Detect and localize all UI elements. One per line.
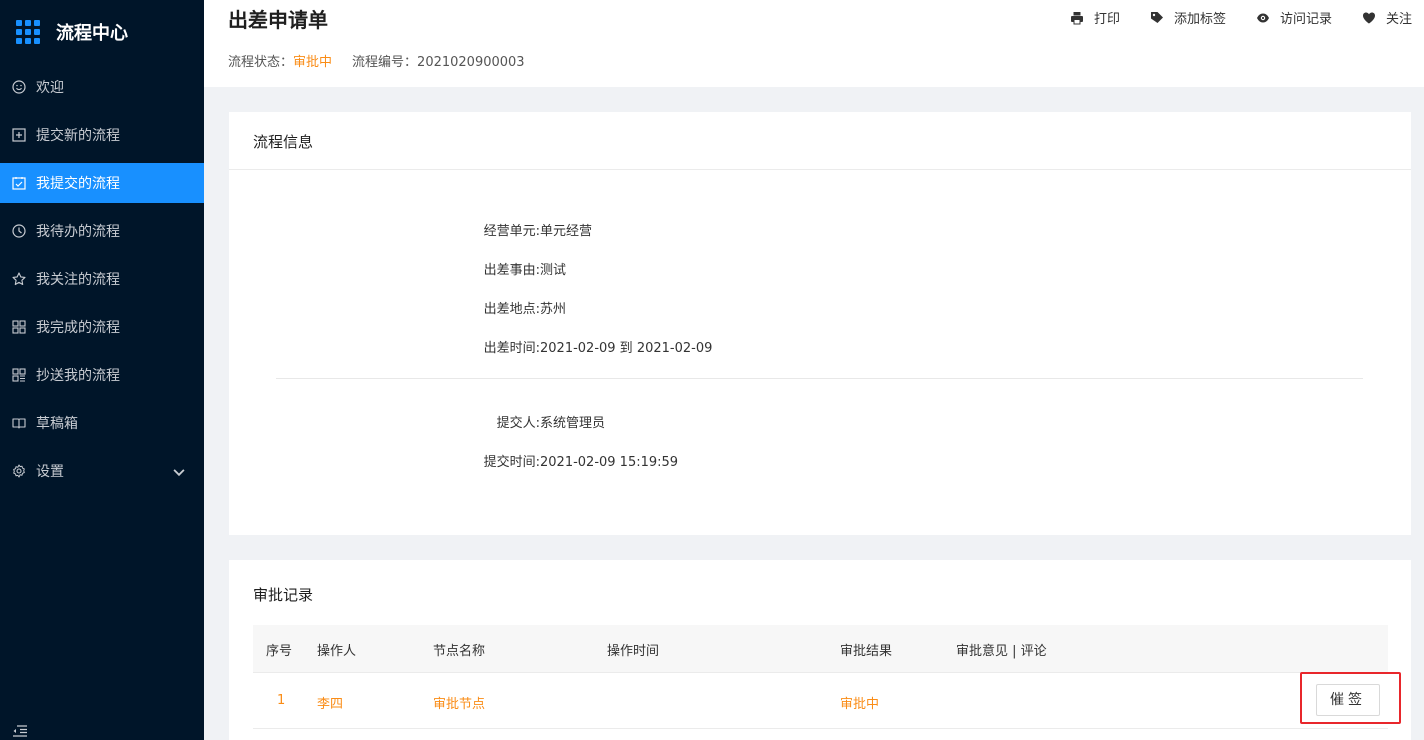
field-trip-time: 出差时间:2021-02-09 到 2021-02-09 (483, 341, 713, 356)
tag-icon (1150, 11, 1163, 23)
sidebar-item-my-todo[interactable]: 我待办的流程 (0, 211, 204, 251)
approval-table: 序号 操作人 节点名称 操作时间 审批结果 审批意见 | 评论 1 李四 审批节… (253, 625, 1388, 729)
chevron-down-icon (173, 469, 185, 477)
column-header: 审批意见 | 评论 (956, 644, 1047, 659)
sidebar-item-label: 我关注的流程 (36, 272, 120, 288)
page-title: 出差申请单 (228, 8, 328, 32)
smile-icon (12, 80, 26, 94)
appstore-icon (12, 320, 26, 334)
divider (229, 169, 1411, 170)
column-header: 操作人 (317, 644, 357, 659)
column-header: 审批结果 (840, 644, 893, 659)
sidebar-item-label: 欢迎 (36, 80, 64, 96)
sidebar-item-settings[interactable]: 设置 (0, 451, 204, 491)
field-trip-reason: 出差事由:测试 (483, 263, 567, 278)
table-header: 序号 操作人 节点名称 操作时间 审批结果 审批意见 | 评论 (253, 625, 1388, 673)
sidebar-item-my-completed[interactable]: 我完成的流程 (0, 307, 204, 347)
add-tag-button[interactable]: 添加标签 (1150, 8, 1226, 27)
follow-button[interactable]: 关注 (1362, 8, 1412, 27)
field-submitter: 提交人:系统管理员 (496, 416, 606, 431)
column-header: 节点名称 (433, 644, 486, 659)
action-label: 打印 (1093, 12, 1120, 27)
book-icon (12, 416, 26, 430)
sidebar-item-label: 我提交的流程 (36, 176, 120, 192)
status-value: 审批中 (293, 55, 333, 70)
page-header: 出差申请单 流程状态：审批中 流程编号：2021020900003 打印 添加标签… (204, 0, 1424, 87)
sidebar-item-my-followed[interactable]: 我关注的流程 (0, 259, 204, 299)
action-label: 关注 (1385, 12, 1412, 27)
brand-title: 流程中心 (56, 23, 128, 44)
field-trip-location: 出差地点:苏州 (483, 302, 567, 317)
number-label: 流程编号： (352, 55, 418, 70)
header-actions: 打印 添加标签 访问记录 关注 (1040, 8, 1412, 27)
action-label: 添加标签 (1173, 12, 1226, 27)
number-value: 2021020900003 (417, 55, 525, 70)
sidebar-item-label: 提交新的流程 (36, 128, 120, 144)
column-header: 序号 (266, 644, 293, 659)
sidebar-item-welcome[interactable]: 欢迎 (0, 67, 204, 107)
cc-grid-icon (12, 368, 26, 382)
sidebar-item-label: 抄送我的流程 (36, 368, 120, 384)
process-meta: 流程状态：审批中 流程编号：2021020900003 (228, 51, 525, 70)
cell-node[interactable]: 审批节点 (433, 693, 485, 712)
divider (276, 378, 1363, 379)
status-label: 流程状态： (228, 55, 294, 70)
clock-icon (12, 224, 26, 238)
table-row: 1 李四 审批节点 审批中 催签 (253, 673, 1388, 729)
sidebar-item-drafts[interactable]: 草稿箱 (0, 403, 204, 443)
heart-icon (1362, 12, 1375, 23)
card-title: 审批记录 (253, 586, 314, 604)
process-info-card: 流程信息 经营单元:单元经营 出差事由:测试 出差地点:苏州 出差时间:2021… (229, 112, 1411, 535)
sidebar-menu: 欢迎 提交新的流程 我提交的流程 我待办的流程 我关注的流程 我完成的流程 抄送… (0, 67, 204, 491)
card-title: 流程信息 (253, 133, 314, 151)
sidebar-item-my-submitted[interactable]: 我提交的流程 (0, 163, 204, 203)
action-label: 访问记录 (1279, 12, 1332, 27)
plus-square-icon (12, 128, 26, 142)
menu-fold-icon[interactable] (12, 724, 28, 738)
sidebar-item-label: 设置 (36, 464, 64, 480)
printer-icon (1070, 11, 1083, 24)
urge-sign-button[interactable]: 催签 (1316, 684, 1380, 716)
cell-result: 审批中 (840, 697, 880, 712)
cell-operator[interactable]: 李四 (317, 693, 343, 712)
check-square-icon (12, 176, 26, 190)
cell-index: 1 (277, 693, 286, 708)
brand[interactable]: 流程中心 (0, 0, 204, 64)
sidebar-item-label: 我完成的流程 (36, 320, 120, 336)
column-header: 操作时间 (607, 644, 660, 659)
sidebar-item-label: 我待办的流程 (36, 224, 120, 240)
sidebar-item-cc-me[interactable]: 抄送我的流程 (0, 355, 204, 395)
sidebar-item-submit-new[interactable]: 提交新的流程 (0, 115, 204, 155)
grid-logo-icon (16, 20, 40, 44)
sidebar: 流程中心 欢迎 提交新的流程 我提交的流程 我待办的流程 我关注的流程 我完成的… (0, 0, 204, 740)
field-submit-time: 提交时间:2021-02-09 15:19:59 (483, 455, 679, 470)
star-icon (12, 272, 26, 286)
print-button[interactable]: 打印 (1070, 8, 1120, 27)
gear-icon (12, 464, 26, 478)
visit-records-button[interactable]: 访问记录 (1256, 8, 1332, 27)
field-business-unit: 经营单元:单元经营 (483, 224, 593, 239)
sidebar-item-label: 草稿箱 (36, 416, 78, 432)
eye-icon (1256, 13, 1269, 22)
approval-records-card: 审批记录 序号 操作人 节点名称 操作时间 审批结果 审批意见 | 评论 1 李… (229, 560, 1411, 740)
